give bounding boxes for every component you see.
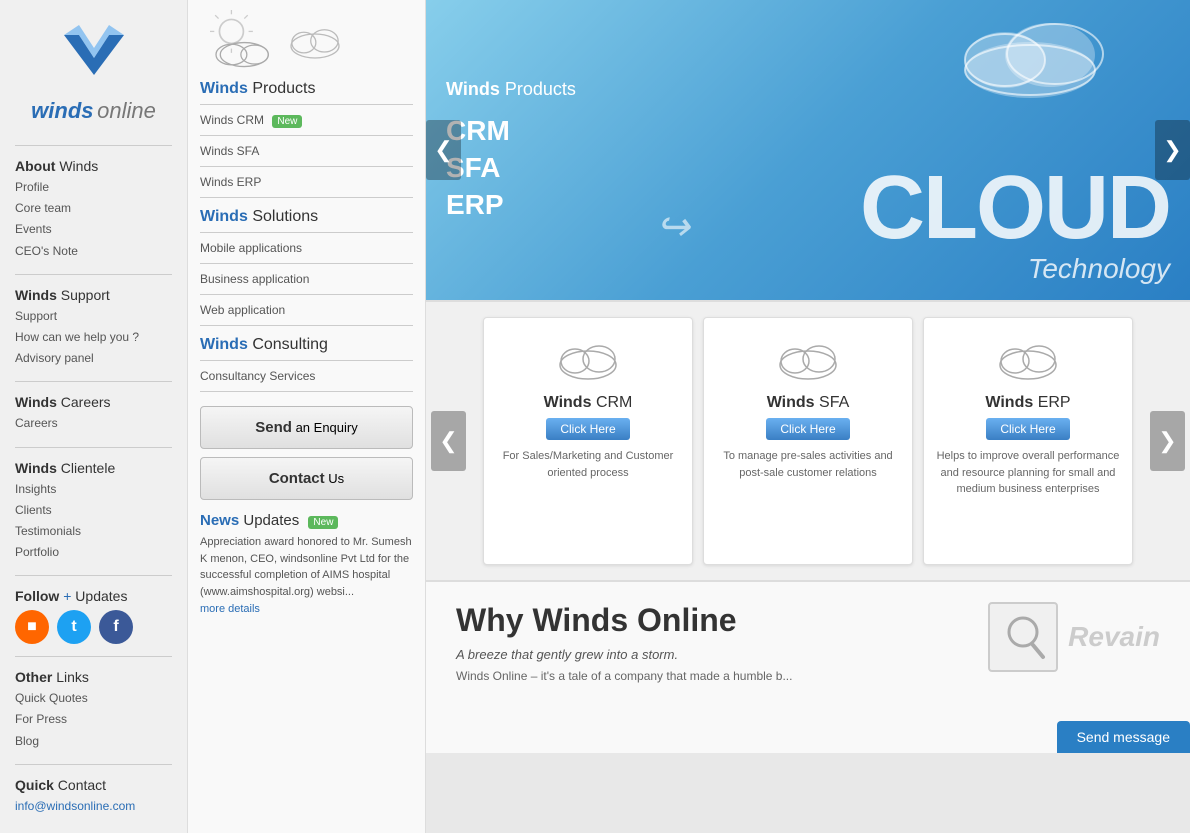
- news-more-link[interactable]: more details: [200, 603, 260, 615]
- careers-title: Winds Careers: [15, 394, 172, 410]
- erp-cloud-icon: [993, 333, 1063, 383]
- revain-label: Revain: [1068, 621, 1160, 653]
- card-crm-button[interactable]: Click Here: [546, 418, 629, 440]
- sidebar-link-events[interactable]: Events: [15, 219, 172, 240]
- weather-illustration: [200, 10, 413, 70]
- sidebar-link-coreteam[interactable]: Core team: [15, 198, 172, 219]
- logo-text: winds online: [15, 98, 172, 124]
- consulting-header: Winds Consulting: [200, 336, 413, 354]
- social-icons: ■ t f: [15, 610, 172, 644]
- product-cards-area: ❮ Winds CRM Click Here For Sales/Marketi…: [426, 300, 1190, 580]
- sidebar-link-clients[interactable]: Clients: [15, 500, 172, 521]
- sidebar-link-quickquotes[interactable]: Quick Quotes: [15, 688, 172, 709]
- quick-contact-section: Quick Contact info@windsonline.com: [0, 771, 187, 823]
- facebook-icon[interactable]: f: [99, 610, 133, 644]
- about-title: About Winds: [15, 158, 172, 174]
- menu-consultancy[interactable]: Consultancy Services: [200, 364, 413, 388]
- follow-section: Follow + Updates ■ t f: [0, 582, 187, 650]
- product-card-sfa: Winds SFA Click Here To manage pre-sales…: [703, 317, 913, 565]
- carousel-banner: Winds Products CRM SFA ERP: [426, 0, 1190, 300]
- main-content: Winds Products CRM SFA ERP: [426, 0, 1190, 833]
- other-links-section: Other Links Quick Quotes For Press Blog: [0, 663, 187, 758]
- solutions-header: Winds Solutions: [200, 208, 413, 226]
- logo-area: winds online: [0, 10, 187, 139]
- crm-cloud-icon: [553, 333, 623, 383]
- sidebar: winds online About Winds Profile Core te…: [0, 0, 188, 833]
- card-sfa-desc: To manage pre-sales activities and post-…: [714, 448, 902, 481]
- sidebar-link-ceonote[interactable]: CEO's Note: [15, 241, 172, 262]
- carousel-next-button[interactable]: ❯: [1155, 120, 1190, 180]
- carousel-center: ↪ CLOUD Technology: [626, 0, 1190, 300]
- news-header: News Updates New: [200, 512, 413, 529]
- cloud-big-text: CLOUD Technology: [860, 163, 1170, 285]
- quick-contact-title: Quick Contact: [15, 777, 172, 793]
- menu-business-app[interactable]: Business application: [200, 267, 413, 291]
- sidebar-link-insights[interactable]: Insights: [15, 479, 172, 500]
- contact-email[interactable]: info@windsonline.com: [15, 796, 172, 817]
- menu-mobile-apps[interactable]: Mobile applications: [200, 236, 413, 260]
- card-erp-title: Winds ERP: [934, 394, 1122, 412]
- other-title: Other Links: [15, 669, 172, 685]
- sidebar-link-press[interactable]: For Press: [15, 709, 172, 730]
- careers-section: Winds Careers Careers: [0, 388, 187, 440]
- sidebar-link-profile[interactable]: Profile: [15, 177, 172, 198]
- cards-next-button[interactable]: ❯: [1150, 411, 1185, 471]
- twitter-icon[interactable]: t: [57, 610, 91, 644]
- menu-web-app[interactable]: Web application: [200, 298, 413, 322]
- cloud-icon: [285, 15, 345, 65]
- news-section: News Updates New Appreciation award hono…: [200, 512, 413, 615]
- rss-icon[interactable]: ■: [15, 610, 49, 644]
- support-title: Winds Support: [15, 287, 172, 303]
- cards-prev-button[interactable]: ❮: [431, 411, 466, 471]
- middle-panel: Winds Products Winds CRM New Winds SFA W…: [188, 0, 426, 833]
- send-message-bar[interactable]: Send message: [1057, 721, 1190, 753]
- sidebar-link-help[interactable]: How can we help you ?: [15, 327, 172, 348]
- menu-winds-crm[interactable]: Winds CRM New: [200, 108, 413, 132]
- follow-title: Follow + Updates: [15, 588, 172, 604]
- carousel-sfa: SFA: [446, 152, 606, 184]
- support-section: Winds Support Support How can we help yo…: [0, 281, 187, 376]
- sidebar-link-support[interactable]: Support: [15, 306, 172, 327]
- revain-widget: Revain: [988, 602, 1160, 672]
- card-sfa-button[interactable]: Click Here: [766, 418, 849, 440]
- revain-icon: [988, 602, 1058, 672]
- card-crm-desc: For Sales/Marketing and Customer oriente…: [494, 448, 682, 481]
- menu-winds-erp[interactable]: Winds ERP: [200, 170, 413, 194]
- card-sfa-title: Winds SFA: [714, 394, 902, 412]
- sidebar-link-portfolio[interactable]: Portfolio: [15, 542, 172, 563]
- send-enquiry-button[interactable]: Send an Enquiry: [200, 406, 413, 449]
- carousel-prev-button[interactable]: ❮: [426, 120, 461, 180]
- sun-cloud-icon: [200, 10, 280, 70]
- menu-winds-sfa[interactable]: Winds SFA: [200, 139, 413, 163]
- sidebar-link-blog[interactable]: Blog: [15, 731, 172, 752]
- clientele-title: Winds Clientele: [15, 460, 172, 476]
- products-header: Winds Products: [200, 80, 413, 98]
- arrow-decoration: ↪: [656, 204, 690, 250]
- card-erp-desc: Helps to improve overall performance and…: [934, 448, 1122, 498]
- carousel-cloud: [950, 10, 1110, 103]
- carousel-erp: ERP: [446, 189, 606, 221]
- about-section: About Winds Profile Core team Events CEO…: [0, 152, 187, 268]
- sidebar-link-testimonials[interactable]: Testimonials: [15, 521, 172, 542]
- logo-icon: [54, 20, 134, 90]
- product-card-erp: Winds ERP Click Here Helps to improve ov…: [923, 317, 1133, 565]
- product-card-crm: Winds CRM Click Here For Sales/Marketing…: [483, 317, 693, 565]
- sfa-cloud-icon: [773, 333, 843, 383]
- sidebar-link-careers[interactable]: Careers: [15, 413, 172, 434]
- carousel-crm: CRM: [446, 115, 606, 147]
- sidebar-link-advisory[interactable]: Advisory panel: [15, 348, 172, 369]
- contact-us-button[interactable]: Contact Us: [200, 457, 413, 500]
- carousel-title: Winds Products: [446, 79, 606, 100]
- card-crm-title: Winds CRM: [494, 394, 682, 412]
- news-text: Appreciation award honored to Mr. Sumesh…: [200, 534, 413, 600]
- clientele-section: Winds Clientele Insights Clients Testimo…: [0, 454, 187, 570]
- card-erp-button[interactable]: Click Here: [986, 418, 1069, 440]
